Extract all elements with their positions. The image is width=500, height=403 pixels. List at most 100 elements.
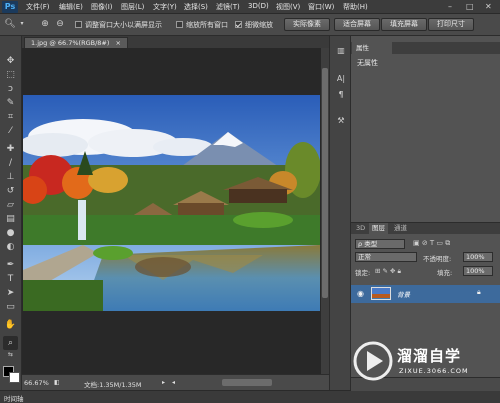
opacity-label: 不透明度: [423, 255, 452, 263]
character-panel-icon[interactable]: A| [334, 72, 348, 85]
brush-tool-icon[interactable]: ∕ [3, 156, 18, 170]
zoom-all-windows-label: 缩放所有窗口 [186, 21, 228, 29]
photoshop-logo: Ps [2, 1, 18, 13]
swap-colors-icon[interactable]: ⇆ [3, 350, 18, 360]
crop-tool-icon[interactable]: ⌗ [3, 110, 18, 124]
type-tool-icon[interactable]: T [3, 272, 18, 286]
layer-filter-icons[interactable]: ▣ ⊘ T ▭ ⧉ [413, 239, 450, 250]
tab-channels[interactable]: 通道 [391, 223, 410, 234]
menu-view[interactable]: 视图(V) [276, 2, 300, 12]
zoom-tool-icon[interactable]: 🔍︎ [4, 18, 16, 30]
fill-label: 填充: [437, 269, 453, 277]
scrubby-zoom-label: 细微缩放 [245, 21, 273, 29]
timeline-bar: 时间轴 [0, 390, 500, 403]
lock-options-icons[interactable]: ⊞ ✎ ✥ 🔒︎ [375, 267, 401, 278]
blend-mode-select[interactable]: 正常 [355, 252, 417, 262]
tool-presets-icon[interactable]: ⚒ [334, 114, 348, 127]
canvas-area[interactable] [22, 48, 321, 374]
menu-window[interactable]: 窗口(W) [308, 2, 334, 12]
menu-3d[interactable]: 3D(D) [248, 2, 269, 10]
zoom-all-windows-checkbox[interactable] [176, 21, 183, 28]
watermark-name: 溜溜自学 [397, 347, 462, 365]
menu-image[interactable]: 图像(I) [91, 2, 113, 12]
layer-thumbnail [371, 287, 391, 300]
landscape-photo [23, 95, 320, 311]
maximize-icon[interactable]: □ [466, 2, 474, 11]
menu-type[interactable]: 文字(Y) [153, 2, 177, 12]
document-size: 文档:1.35M/1.35M [84, 381, 142, 389]
hand-tool-icon[interactable]: ✋ [3, 318, 18, 332]
status-arrow-icon[interactable]: ▸ [162, 379, 165, 386]
layer-lock-icon: 🔒︎ [477, 288, 481, 296]
document-tab[interactable]: 1.jpg @ 66.7%(RGB/8#) × [24, 37, 128, 48]
close-icon[interactable]: ✕ [485, 2, 492, 11]
blur-tool-icon[interactable]: ● [3, 226, 18, 240]
minimize-icon[interactable]: – [448, 2, 452, 11]
fill-screen-button[interactable]: 填充屏幕 [381, 18, 427, 31]
menu-select[interactable]: 选择(S) [184, 2, 208, 12]
tab-layers[interactable]: 图层 [369, 223, 388, 234]
watermark: 溜溜自学 ZIXUE.3066.COM [349, 339, 469, 389]
eraser-tool-icon[interactable]: ▱ [3, 198, 18, 212]
layer-filter-select[interactable]: ρ 类型 [355, 239, 405, 249]
healing-brush-tool-icon[interactable]: ✚ [3, 142, 18, 156]
print-size-button[interactable]: 打印尺寸 [428, 18, 474, 31]
panel-icon-strip: ▥ A| ¶ ⚒ [329, 36, 351, 390]
status-menu-icon[interactable]: ◧ [54, 379, 60, 386]
menu-file[interactable]: 文件(F) [26, 2, 50, 12]
zoom-tool-active-icon[interactable]: ⌕ [3, 336, 18, 350]
fit-screen-button[interactable]: 适合屏幕 [334, 18, 380, 31]
close-tab-icon[interactable]: × [115, 39, 120, 47]
scrubby-zoom-checkbox[interactable] [235, 21, 242, 28]
timeline-label[interactable]: 时间轴 [4, 393, 24, 403]
lasso-tool-icon[interactable]: ↄ [3, 82, 18, 96]
tab-3d[interactable]: 3D [353, 223, 368, 234]
visibility-eye-icon[interactable]: ◉ [357, 289, 364, 298]
watermark-url: ZIXUE.3066.COM [399, 367, 469, 375]
pen-tool-icon[interactable]: ✒ [3, 258, 18, 272]
scroll-left-icon[interactable]: ◂ [172, 379, 175, 386]
menu-layer[interactable]: 图层(L) [121, 2, 144, 12]
fill-input[interactable]: 100% [463, 266, 493, 276]
shape-tool-icon[interactable]: ▭ [3, 300, 18, 314]
history-panel-icon[interactable]: ▥ [334, 44, 348, 57]
layers-tab-bar: 3D 图层 通道 [351, 223, 500, 234]
tool-preset-dropdown-icon[interactable]: ▾ [16, 18, 28, 30]
zoom-level[interactable]: 66.67% [24, 379, 49, 387]
vertical-scroll-thumb[interactable] [322, 68, 328, 298]
paragraph-panel-icon[interactable]: ¶ [334, 88, 348, 101]
clone-stamp-tool-icon[interactable]: ⊥ [3, 170, 18, 184]
document-tab-bar: 1.jpg @ 66.7%(RGB/8#) × [22, 36, 329, 48]
lock-label: 锁定: [355, 269, 371, 277]
properties-panel: 属性 无属性 [351, 36, 500, 222]
zoom-in-icon[interactable]: ⊕ [39, 18, 51, 30]
path-select-tool-icon[interactable]: ➤ [3, 286, 18, 300]
menu-filter[interactable]: 滤镜(T) [216, 2, 240, 12]
document-image[interactable] [23, 95, 320, 311]
vertical-scrollbar[interactable] [321, 48, 329, 374]
gradient-tool-icon[interactable]: ▤ [3, 212, 18, 226]
properties-tab-bar: 属性 [351, 42, 500, 54]
layer-row[interactable]: ◉ 背景 🔒︎ [351, 285, 500, 303]
resize-windows-label: 调整窗口大小以满屏显示 [85, 21, 162, 29]
eyedropper-tool-icon[interactable]: ⁄ [3, 124, 18, 138]
menu-edit[interactable]: 编辑(E) [59, 2, 83, 12]
tools-panel: ✥ ⬚ ↄ ✎ ⌗ ⁄ ✚ ∕ ⊥ ↺ ▱ ▤ ● ◐ ✒ T ➤ ▭ ✋ ⌕ … [0, 36, 22, 390]
properties-empty-text: 无属性 [357, 59, 378, 67]
tab-properties[interactable]: 属性 [352, 42, 392, 54]
menu-bar: Ps 文件(F) 编辑(E) 图像(I) 图层(L) 文字(Y) 选择(S) 滤… [0, 0, 500, 14]
horizontal-scroll-thumb[interactable] [222, 379, 272, 386]
menu-help[interactable]: 帮助(H) [343, 2, 368, 12]
resize-windows-checkbox[interactable] [75, 21, 82, 28]
dodge-tool-icon[interactable]: ◐ [3, 240, 18, 254]
history-brush-tool-icon[interactable]: ↺ [3, 184, 18, 198]
quick-select-tool-icon[interactable]: ✎ [3, 96, 18, 110]
background-color-swatch[interactable] [9, 372, 20, 383]
layer-name[interactable]: 背景 [397, 289, 410, 299]
zoom-out-icon[interactable]: ⊖ [54, 18, 66, 30]
opacity-input[interactable]: 100% [463, 252, 493, 262]
actual-pixels-button[interactable]: 实际像素 [284, 18, 330, 31]
options-bar: 🔍︎ ▾ ⊕ ⊖ 调整窗口大小以满屏显示 缩放所有窗口 细微缩放 实际像素 适合… [0, 14, 500, 36]
marquee-tool-icon[interactable]: ⬚ [3, 68, 18, 82]
move-tool-icon[interactable]: ✥ [3, 54, 18, 68]
